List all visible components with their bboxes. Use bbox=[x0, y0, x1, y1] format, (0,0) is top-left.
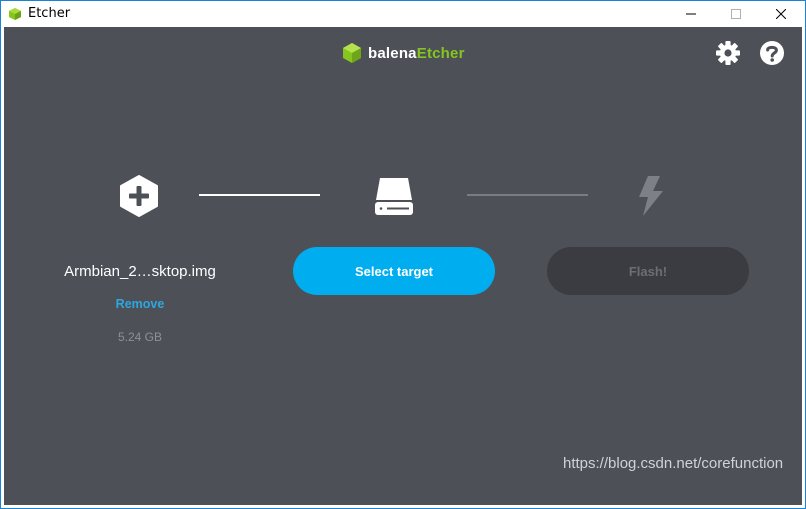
watermark-text: https://blog.csdn.net/corefunction bbox=[563, 455, 784, 472]
etcher-window: Etcher balena Etcher Armbian_2…sktop.img… bbox=[0, 0, 806, 509]
help-icon[interactable] bbox=[758, 39, 786, 67]
flash-button: Flash! bbox=[547, 247, 749, 295]
brand-logo: balena Etcher bbox=[342, 41, 465, 65]
etcher-app-icon bbox=[9, 8, 21, 20]
step-connector-2 bbox=[467, 194, 588, 196]
app-content: balena Etcher Armbian_2…sktop.img Remove… bbox=[4, 27, 802, 505]
select-target-button[interactable]: Select target bbox=[293, 247, 495, 295]
close-button[interactable] bbox=[758, 1, 803, 27]
maximize-button[interactable] bbox=[713, 1, 758, 27]
step-connector-1 bbox=[199, 194, 320, 196]
brand-name-balena: balena bbox=[368, 44, 417, 62]
close-icon bbox=[775, 9, 786, 19]
remove-image-link[interactable]: Remove bbox=[90, 297, 190, 311]
maximize-icon bbox=[730, 9, 741, 19]
lightning-icon bbox=[639, 176, 663, 216]
minimize-button[interactable] bbox=[668, 1, 713, 27]
gear-icon[interactable] bbox=[714, 39, 742, 67]
drive-icon bbox=[375, 178, 413, 215]
balena-cube-icon bbox=[343, 43, 361, 63]
brand-name-etcher: Etcher bbox=[416, 44, 465, 62]
selected-image-name: Armbian_2…sktop.img bbox=[64, 263, 216, 280]
image-size: 5.24 GB bbox=[117, 330, 163, 344]
minimize-icon bbox=[685, 13, 696, 15]
window-title: Etcher bbox=[28, 6, 71, 21]
plus-hexagon-icon[interactable] bbox=[118, 175, 160, 217]
title-bar[interactable]: Etcher bbox=[1, 1, 805, 27]
